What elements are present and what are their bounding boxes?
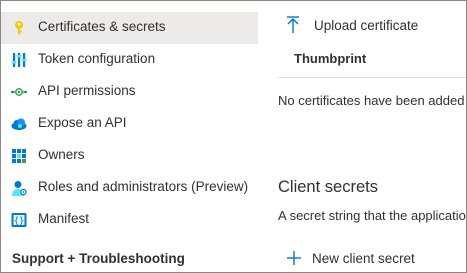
sidebar-item-label: Certificates & secrets bbox=[38, 19, 166, 34]
section-header-support-troubleshooting: Support + Troubleshooting bbox=[12, 251, 185, 266]
cloud-icon bbox=[11, 116, 27, 132]
sidebar-item-roles-and-administrators[interactable]: Roles and administrators (Preview) bbox=[1, 172, 258, 204]
api-permissions-icon bbox=[11, 84, 27, 100]
upload-certificate-button[interactable]: Upload certificate bbox=[286, 14, 418, 36]
plus-icon bbox=[287, 251, 301, 265]
sidebar-item-manifest[interactable]: {} Manifest bbox=[1, 204, 258, 236]
sidebar-item-certificates-secrets[interactable]: Certificates & secrets bbox=[1, 12, 258, 44]
sidebar-item-label: Manifest bbox=[38, 211, 90, 226]
app-frame: Certificates & secrets Token configurati… bbox=[0, 0, 467, 273]
user-roles-icon bbox=[11, 180, 27, 196]
sidebar-item-expose-an-api[interactable]: Expose an API bbox=[1, 108, 258, 140]
main-content: Upload certificate Thumbprint No certifi… bbox=[278, 1, 467, 272]
new-client-secret-button[interactable]: New client secret bbox=[286, 247, 415, 269]
upload-arrow-icon bbox=[287, 16, 299, 33]
sidebar-item-api-permissions[interactable]: API permissions bbox=[1, 76, 258, 108]
new-client-secret-label: New client secret bbox=[312, 250, 415, 266]
owners-grid-icon bbox=[11, 148, 27, 164]
empty-certificates-message: No certificates have been added bbox=[278, 93, 465, 108]
table-divider bbox=[278, 77, 466, 78]
key-icon bbox=[11, 20, 27, 36]
sidebar-item-owners[interactable]: Owners bbox=[1, 140, 258, 172]
sidebar: Certificates & secrets Token configurati… bbox=[1, 1, 258, 272]
client-secrets-heading: Client secrets bbox=[278, 178, 378, 196]
thumbprint-column-header: Thumbprint bbox=[294, 51, 367, 66]
manifest-icon: {} bbox=[11, 212, 27, 228]
sidebar-item-token-configuration[interactable]: Token configuration bbox=[1, 44, 258, 76]
sidebar-item-label: Expose an API bbox=[38, 115, 127, 130]
svg-text:{}: {} bbox=[14, 217, 25, 227]
token-config-icon bbox=[11, 52, 27, 68]
sidebar-item-label: Owners bbox=[38, 147, 85, 162]
sidebar-item-label: Token configuration bbox=[38, 51, 156, 66]
sidebar-item-label: Roles and administrators (Preview) bbox=[38, 179, 249, 194]
client-secrets-description: A secret string that the application bbox=[278, 208, 467, 223]
upload-certificate-label: Upload certificate bbox=[314, 17, 419, 33]
sidebar-item-label: API permissions bbox=[38, 83, 136, 98]
